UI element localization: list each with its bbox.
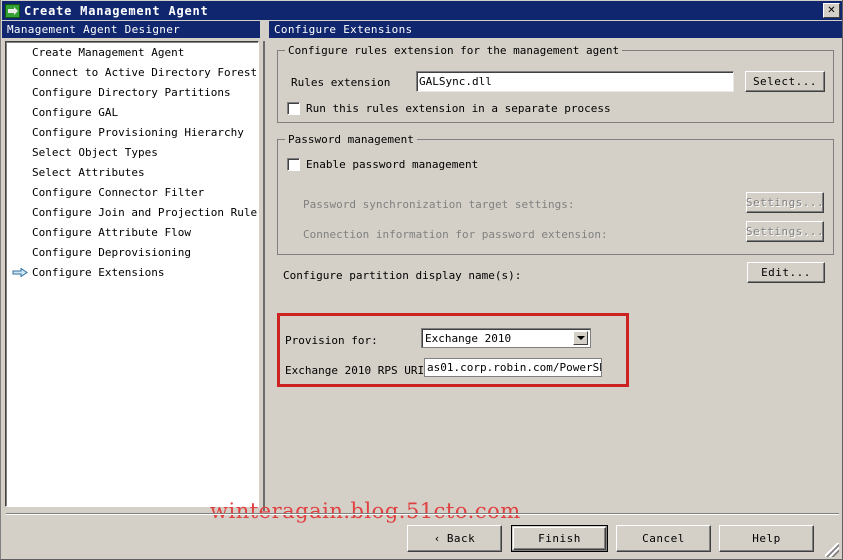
close-icon[interactable]: ✕ (823, 3, 840, 18)
sidebar-item-label: Configure Join and Projection Rules (32, 205, 259, 219)
rules-extension-group-legend: Configure rules extension for the manage… (285, 44, 623, 57)
password-connection-info-label: Connection information for password exte… (303, 228, 608, 241)
sidebar-item-configure-directory-partitions[interactable]: Configure Directory Partitions (6, 82, 258, 102)
panel-splitter[interactable] (260, 21, 268, 531)
sidebar-item-configure-gal[interactable]: Configure GAL (6, 102, 258, 122)
management-agent-icon (5, 3, 20, 18)
partition-display-name-label: Configure partition display name(s): (283, 269, 522, 282)
rules-extension-input-value: GALSync.dll (419, 75, 492, 88)
run-separate-process-label: Run this rules extension in a separate p… (306, 102, 611, 115)
resize-grip[interactable] (825, 543, 839, 557)
current-step-arrow-icon (12, 268, 28, 277)
provision-for-select[interactable]: Exchange 2010 (421, 328, 591, 348)
sidebar-item-configure-deprovisioning[interactable]: Configure Deprovisioning (6, 242, 258, 262)
sidebar-item-label: Configure Directory Partitions (32, 85, 231, 99)
sidebar-item-create-management-agent[interactable]: Create Management Agent (6, 42, 258, 62)
sidebar-item-label: Select Attributes (32, 165, 145, 179)
checkbox-box[interactable] (287, 102, 300, 115)
rps-uri-label: Exchange 2010 RPS URI: (285, 364, 431, 377)
sidebar-item-label: Configure Provisioning Hierarchy (32, 125, 244, 139)
finish-button-label: Finish (538, 532, 581, 545)
rps-uri-input[interactable]: as01.corp.robin.com/PowerShell (424, 358, 602, 377)
finish-button[interactable]: Finish (511, 525, 608, 552)
back-button[interactable]: ‹ Back (407, 525, 502, 552)
sidebar-item-select-attributes[interactable]: Select Attributes (6, 162, 258, 182)
sidebar-item-select-object-types[interactable]: Select Object Types (6, 142, 258, 162)
left-panel-header: Management Agent Designer (2, 21, 262, 38)
sidebar-item-label: Configure GAL (32, 105, 119, 119)
back-chevron-icon: ‹ (433, 532, 441, 545)
sidebar-item-label: Configure Extensions (32, 265, 165, 279)
footer-separator (6, 513, 839, 515)
provision-for-value: Exchange 2010 (425, 331, 512, 345)
sidebar-item-label: Configure Attribute Flow (32, 225, 191, 239)
sidebar-item-configure-attribute-flow[interactable]: Configure Attribute Flow (6, 222, 258, 242)
sidebar-item-label: Connect to Active Directory Forest (32, 65, 258, 79)
run-separate-process-checkbox[interactable]: Run this rules extension in a separate p… (287, 102, 611, 115)
right-panel-header: Configure Extensions (269, 21, 842, 38)
help-button[interactable]: Help (719, 525, 814, 552)
sidebar-item-configure-join-and-projection-rules[interactable]: Configure Join and Projection Rules (6, 202, 258, 222)
checkbox-box[interactable] (287, 158, 300, 171)
password-connection-info-settings-button[interactable]: Settings... (746, 221, 824, 242)
rules-extension-input[interactable]: GALSync.dll (416, 71, 734, 92)
password-management-group-legend: Password management (285, 133, 417, 146)
rules-extension-label: Rules extension (291, 76, 391, 89)
watermark: winteragain.blog.51cto.com (210, 499, 521, 523)
settings-button-label: Settings... (745, 196, 825, 209)
sidebar-item-label: Select Object Types (32, 145, 158, 159)
sidebar-item-connect-to-active-directory-forest[interactable]: Connect to Active Directory Forest (6, 62, 258, 82)
enable-password-management-checkbox[interactable]: Enable password management (287, 158, 478, 171)
chevron-down-icon[interactable] (573, 331, 588, 345)
cancel-button[interactable]: Cancel (616, 525, 711, 552)
edit-button-label: Edit... (761, 266, 811, 279)
provision-for-label: Provision for: (285, 334, 378, 347)
management-agent-designer-list[interactable]: Create Management Agent Connect to Active… (5, 41, 259, 507)
password-sync-target-label: Password synchronization target settings… (303, 198, 575, 211)
sidebar-item-label: Create Management Agent (32, 45, 185, 59)
rps-uri-input-value: as01.corp.robin.com/PowerShell (427, 361, 601, 374)
sidebar-item-configure-connector-filter[interactable]: Configure Connector Filter (6, 182, 258, 202)
sidebar-item-label: Configure Connector Filter (32, 185, 205, 199)
window-titlebar: Create Management Agent ✕ (2, 1, 842, 20)
sidebar-item-configure-extensions[interactable]: Configure Extensions (6, 262, 258, 282)
help-button-label: Help (752, 532, 781, 545)
edit-partition-button[interactable]: Edit... (747, 262, 825, 283)
select-button-label: Select... (752, 75, 818, 88)
enable-password-management-label: Enable password management (306, 158, 479, 171)
configure-extensions-panel: Configure rules extension for the manage… (269, 40, 842, 508)
settings-button-label: Settings... (745, 225, 825, 238)
sidebar-item-configure-provisioning-hierarchy[interactable]: Configure Provisioning Hierarchy (6, 122, 258, 142)
sidebar-item-label: Configure Deprovisioning (32, 245, 191, 259)
select-button[interactable]: Select... (745, 71, 825, 92)
create-management-agent-window: Create Management Agent ✕ Management Age… (0, 0, 843, 560)
window-title: Create Management Agent (24, 3, 209, 18)
back-button-label: Back (446, 532, 476, 545)
cancel-button-label: Cancel (642, 532, 685, 545)
password-sync-target-settings-button[interactable]: Settings... (746, 192, 824, 213)
